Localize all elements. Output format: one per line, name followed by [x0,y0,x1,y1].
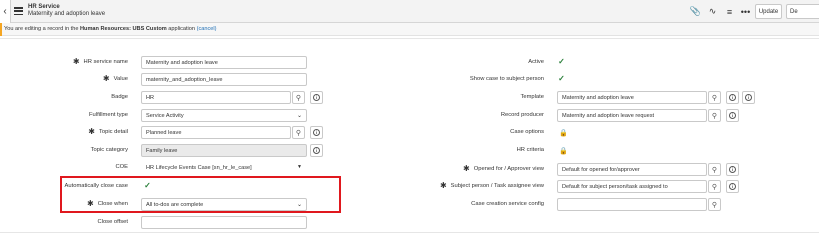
sliders-icon[interactable]: ≡ [724,6,735,17]
notice-text: You are editing a record in the Human Re… [4,26,217,32]
value-field[interactable]: maternity_and_adoption_leave [141,73,307,86]
paperclip-icon[interactable]: 📎 [690,6,701,17]
info-icon[interactable]: i [726,180,739,193]
divider [0,232,819,233]
update-button[interactable]: Update [755,4,782,19]
template-label: Template [520,94,544,100]
case-options-label: Case options [510,129,544,135]
show-case-checkbox[interactable]: ✓ [557,74,566,83]
required-icon: ✱ [102,74,110,83]
required-icon: ✱ [72,57,80,66]
delete-button[interactable]: De [786,4,819,19]
active-checkbox[interactable]: ✓ [557,57,566,66]
coe-label: COE [115,164,128,170]
search-icon[interactable]: ⚲ [708,91,721,104]
required-icon: ✱ [88,127,95,136]
record-producer-field[interactable]: Maternity and adoption leave request [557,109,707,122]
template-field[interactable]: Maternity and adoption leave [557,91,707,104]
topic-detail-field[interactable]: Planned leave [141,126,291,139]
close-offset-label: Close offset [97,219,128,225]
form-header: ‹ HR Service Maternity and adoption leav… [0,0,819,23]
coe-select[interactable]: HR Lifecycle Events Case [sn_hr_le_case]… [141,161,307,174]
fulfillment-type-select[interactable]: Service Activity ⌄ [141,109,307,122]
topic-category-field: Family leave [141,144,307,157]
search-icon[interactable]: ⚲ [708,180,721,193]
info-icon[interactable]: i [726,163,739,176]
opened-for-view-label: ✱ Opened for / Approver view [463,164,544,173]
divider [0,38,819,39]
hr-criteria-label: HR criteria [516,147,544,153]
chevron-down-icon: ⌄ [296,113,302,119]
case-creation-field[interactable] [557,198,707,211]
more-icon[interactable]: ••• [740,6,751,17]
scope-notice: You are editing a record in the Human Re… [0,23,819,36]
info-icon[interactable]: i [726,91,739,104]
lock-icon[interactable]: 🔒 [559,146,568,155]
info-icon[interactable]: i [742,91,755,104]
subject-view-field[interactable]: Default for subject person/task assigned… [557,180,707,193]
search-icon[interactable]: ⚲ [292,126,305,139]
badge-label: Badge [111,94,128,100]
subject-view-label: ✱ Subject person / Task assignee view [439,181,544,190]
notice-accent [0,23,2,36]
back-button[interactable]: ‹ [0,0,11,23]
required-icon: ✱ [439,181,447,190]
topic-category-label: Topic category [90,147,128,153]
value-label: ✱ Value [102,74,128,83]
hr-service-name-label: ✱ HR service name [72,57,128,66]
topic-detail-label: ✱ Topic detail [88,127,128,136]
cancel-link[interactable]: (cancel) [197,26,217,32]
fulfillment-type-label: Fulfillment type [89,112,128,118]
info-icon[interactable]: i [310,91,323,104]
chevron-left-icon: ‹ [3,6,7,17]
activity-icon[interactable]: ∿ [707,6,718,17]
hr-service-name-field[interactable]: Maternity and adoption leave [141,56,307,69]
search-icon[interactable]: ⚲ [708,198,721,211]
record-name: Maternity and adoption leave [28,11,106,17]
info-icon[interactable]: i [726,109,739,122]
search-icon[interactable]: ⚲ [708,109,721,122]
show-case-label: Show case to subject person [469,76,544,82]
caret-down-icon: ▼ [297,164,302,170]
required-icon: ✱ [463,164,470,173]
form-title: HR Service [28,4,60,10]
highlight-box [60,176,341,213]
active-label: Active [528,59,544,65]
search-icon[interactable]: ⚲ [292,91,305,104]
case-creation-label: Case creation service config [471,201,544,207]
opened-for-view-field[interactable]: Default for opened for/approver [557,163,707,176]
close-offset-field[interactable] [141,216,307,229]
hamburger-menu-icon[interactable] [14,7,23,15]
record-producer-label: Record producer [500,112,544,118]
badge-field[interactable]: HR [141,91,291,104]
lock-icon[interactable]: 🔒 [559,128,568,137]
info-icon[interactable]: i [310,126,323,139]
search-icon[interactable]: ⚲ [708,163,721,176]
info-icon[interactable]: i [310,144,323,157]
